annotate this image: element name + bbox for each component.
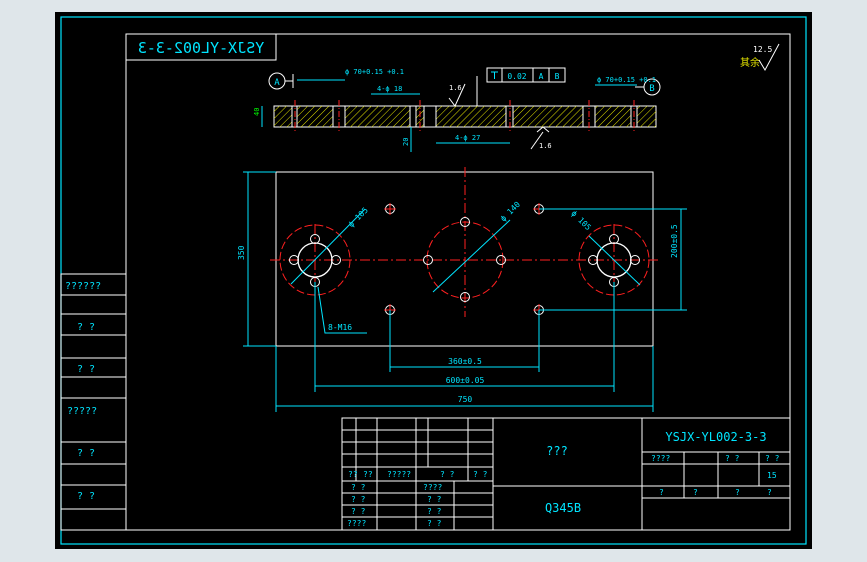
tb-row-b-2: ? ? [427,507,442,516]
tb-right-bottom-2: ? [735,488,740,497]
roughness-1: 1.6 [449,84,462,92]
tb-row1-0: ?? [348,470,358,479]
plan-view: ϕ 105 ϕ 140 ϕ 105 8-M16 350 200±0.5 360±… [237,167,687,412]
datum-a-label: A [274,78,280,88]
tb-row-b-0: ???? [423,483,442,492]
right-bore-dim: ϕ 70+0.15 +0.1 [597,76,656,84]
tb-row-b-3: ? ? [427,519,442,528]
drawing-number: YSJX-YL002-3-3 [665,430,766,444]
depth-dim: 20 [402,138,410,146]
tolerance-datum-b: B [555,72,560,81]
tb-right-bottom-1: ? [693,488,698,497]
height-dim: 350 [237,245,246,260]
left-label-column: ?????? ? ? ? ? ????? ? ? ? ? [60,273,127,531]
left-label-4: ? ? [77,448,95,459]
section-hatch-3 [345,106,410,127]
tb-row-a-3: ???? [347,519,366,528]
tb-row1-4: ? ? [473,470,488,479]
holes-top-dim: 4-ϕ 18 [377,85,402,93]
pitch-inner-dim: 360±0.5 [448,357,482,366]
dia-right-label: ϕ 105 [569,209,593,233]
section-hatch-5 [436,106,506,127]
tb-row1-2: ????? [387,470,411,479]
section-hatch-6 [513,106,583,127]
left-label-0: ?????? [65,281,101,292]
tb-row-a-2: ? ? [351,507,366,516]
sheet-total: 15 [767,471,777,480]
left-label-2: ? ? [77,364,95,375]
mirrored-title: YSJX-YL002-3-3 [138,39,264,57]
thread-label: 8-M16 [328,323,352,332]
outer-border [60,16,807,545]
roughness-note-text: 其余 [740,56,760,69]
section-hatch-1 [274,106,292,127]
pitch-v-dim: 200±0.5 [670,224,679,258]
pitch-outer-dim: 600±0.05 [446,376,485,385]
tb-right-hdr-0: ???? [651,454,670,463]
left-label-1: ? ? [77,322,95,333]
tb-right-bottom-3: ? [767,488,772,497]
section-hatch-8 [637,106,656,127]
drawing-canvas: YSJX-YL002-3-3 其余 12.5 ?????? ? ? ? ? ??… [60,16,807,545]
tb-row-a-0: ? ? [351,483,366,492]
section-hatch-7 [595,106,631,127]
tb-right-hdr-1: ? ? [725,454,740,463]
roughness-note: 其余 12.5 [740,43,780,72]
section-view: A B 40 ϕ 70+0.15 +0.1 ϕ 70+0.15 +0.1 4-ϕ… [253,67,661,152]
holes-bottom-dim: 4-ϕ 27 [455,134,480,142]
tb-row-a-1: ? ? [351,495,366,504]
dia-center-label: ϕ 140 [499,200,523,224]
tolerance-frame: 0.02 A B [476,67,566,106]
section-hatch-2 [297,106,333,127]
roughness-note-value: 12.5 [753,45,772,54]
dia-left-label: ϕ 105 [347,205,371,229]
mirrored-title-box: YSJX-YL002-3-3 [125,33,277,61]
part-name: ??? [546,444,568,458]
tolerance-value: 0.02 [507,72,526,81]
tolerance-datum-a: A [539,72,544,81]
datum-b-label: B [649,84,654,94]
tb-row-b-1: ? ? [427,495,442,504]
left-label-5: ? ? [77,491,95,502]
tb-row1-1: ?? [363,470,373,479]
tb-right-bottom-0: ? [659,488,664,497]
tb-row1-3: ? ? [440,470,455,479]
thickness-dim: 40 [253,108,261,116]
material: Q345B [545,501,581,515]
overall-dim: 750 [458,395,473,404]
tb-right-hdr-2: ? ? [765,454,780,463]
title-block-text: ?? ?? ????? ? ? ? ? ? ? ???? ? ? ? ? ? ?… [347,430,780,528]
drawing-viewport: YSJX-YL002-3-3 其余 12.5 ?????? ? ? ? ? ??… [55,12,812,549]
left-label-3: ????? [67,406,97,417]
roughness-2: 1.6 [539,142,552,150]
left-bore-dim: ϕ 70+0.15 +0.1 [345,68,404,76]
